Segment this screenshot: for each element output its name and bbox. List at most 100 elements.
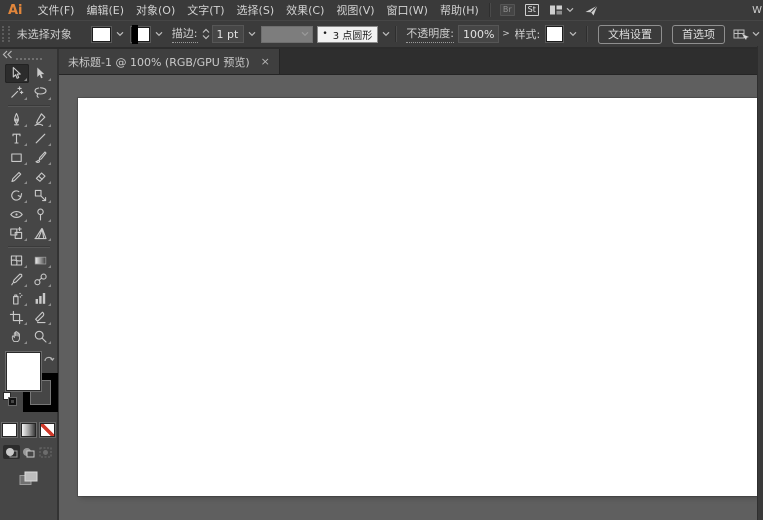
tool-pen-tool[interactable]	[5, 110, 29, 129]
tool-group-divider	[7, 105, 50, 107]
stroke-weight-stepper[interactable]	[202, 28, 210, 40]
tool-shaper-pencil[interactable]	[5, 167, 29, 186]
menu-item-5[interactable]: 效果(C)	[281, 2, 329, 18]
draw-behind-icon[interactable]	[20, 445, 37, 459]
bridge-icon[interactable]: Br	[499, 4, 515, 16]
menu-item-8[interactable]: 帮助(H)	[435, 2, 484, 18]
stroke-color-dropdown[interactable]	[130, 24, 166, 44]
stock-icon[interactable]: St	[524, 4, 539, 16]
style-swatch[interactable]	[546, 26, 564, 42]
screen-mode-icon[interactable]	[19, 471, 38, 486]
panel-grip[interactable]	[2, 26, 10, 42]
preferences-button[interactable]: 首选项	[672, 24, 726, 44]
chevron-down-icon[interactable]	[566, 27, 579, 42]
menu-item-4[interactable]: 选择(S)	[232, 2, 280, 18]
menu-item-0[interactable]: 文件(F)	[33, 2, 80, 18]
menu-bar: Ai 文件(F) 编辑(E) 对象(O) 文字(T) 选择(S) 效果(C) 视图(V) 窗口…	[0, 0, 763, 20]
swap-fill-stroke-icon[interactable]	[43, 353, 55, 363]
hand-tool-icon	[11, 331, 20, 343]
gradient-tool-icon	[34, 256, 47, 265]
fill-color-dropdown[interactable]	[91, 26, 127, 42]
stroke-weight-dropdown[interactable]	[247, 27, 257, 42]
default-fill-stroke-icon[interactable]	[2, 392, 16, 405]
curvature-tool-icon	[34, 113, 46, 126]
style-dropdown[interactable]	[546, 26, 579, 42]
workspace-switcher-icon[interactable]	[549, 4, 574, 16]
chevron-down-icon[interactable]	[153, 27, 166, 42]
close-tab-icon[interactable]: ×	[261, 56, 270, 67]
symbol-sprayer-icon	[13, 292, 23, 305]
menubar-separator	[488, 3, 491, 17]
magic-wand-icon	[11, 86, 24, 98]
panel-dock-edge[interactable]	[757, 46, 763, 520]
tool-magic-wand[interactable]	[5, 83, 29, 102]
document-setup-button[interactable]: 文档设置	[598, 24, 663, 44]
tool-zoom-tool[interactable]	[29, 327, 53, 346]
lasso-icon	[34, 87, 47, 98]
tool-slice-tool[interactable]	[29, 308, 53, 327]
stroke-weight-input[interactable]: 1 pt	[211, 25, 245, 43]
fill-swatch[interactable]	[91, 26, 111, 42]
tool-blend-tool[interactable]	[29, 270, 53, 289]
opacity-panel-link[interactable]: 不透明度:	[406, 25, 454, 43]
tool-puppet-warp[interactable]	[29, 205, 53, 224]
color-mode-row	[2, 423, 55, 437]
tool-gradient-tool[interactable]	[29, 251, 53, 270]
stroke-swatch[interactable]	[130, 24, 150, 44]
brush-definition-chevron[interactable]	[381, 27, 391, 42]
tool-direct-selection-tool[interactable]	[29, 64, 53, 83]
menu-item-6[interactable]: 视图(V)	[331, 2, 379, 18]
brush-definition-dropdown[interactable]: • 3 点圆形	[317, 25, 378, 43]
tool-rectangle-tool[interactable]	[5, 148, 29, 167]
panel-drag-handle[interactable]	[15, 58, 42, 60]
brush-dot-icon: •	[322, 29, 328, 39]
share-icon[interactable]	[584, 4, 599, 17]
opacity-input[interactable]: 100%	[457, 25, 500, 43]
menu-item-3[interactable]: 文字(T)	[182, 2, 229, 18]
menu-item-2[interactable]: 对象(O)	[131, 2, 180, 18]
tool-curvature-tool[interactable]	[29, 110, 53, 129]
tool-scale-tool[interactable]	[29, 186, 53, 205]
menu-items: 文件(F) 编辑(E) 对象(O) 文字(T) 选择(S) 效果(C) 视图(V) 窗口(W)…	[32, 2, 485, 18]
type-tool-icon	[12, 133, 21, 144]
tool-width-tool[interactable]	[5, 205, 29, 224]
chevron-down-icon[interactable]	[114, 27, 127, 42]
tool-line-segment[interactable]	[29, 129, 53, 148]
tool-selection-tool[interactable]	[4, 64, 29, 83]
tool-column-graph[interactable]	[29, 289, 53, 308]
tool-mesh-tool[interactable]	[5, 251, 29, 270]
collapse-panel-icon[interactable]	[2, 50, 13, 59]
none-swatch-button[interactable]	[40, 423, 55, 437]
align-options-dropdown[interactable]	[733, 28, 760, 41]
artboard-canvas[interactable]	[78, 98, 758, 496]
opacity-expand-button[interactable]: >	[501, 26, 510, 42]
tool-paintbrush[interactable]	[29, 148, 53, 167]
paintbrush-icon	[35, 151, 47, 163]
rectangle-tool-icon	[11, 153, 22, 162]
fill-color-proxy[interactable]	[5, 352, 41, 391]
drawing-modes	[3, 445, 54, 459]
tool-artboard-tool[interactable]	[5, 308, 29, 327]
tool-eyedropper[interactable]	[5, 270, 29, 289]
menu-item-7[interactable]: 窗口(W)	[382, 2, 433, 18]
stroke-panel-link[interactable]: 描边:	[171, 25, 198, 43]
style-label[interactable]: 样式:	[515, 26, 541, 42]
tool-shape-builder[interactable]	[5, 224, 29, 243]
menu-item-1[interactable]: 编辑(E)	[81, 2, 129, 18]
tool-type-tool[interactable]	[5, 129, 29, 148]
gradient-swatch-button[interactable]	[21, 423, 36, 437]
tool-symbol-sprayer[interactable]	[5, 289, 29, 308]
tool-group-divider	[7, 246, 50, 248]
draw-normal-icon[interactable]	[3, 445, 20, 459]
width-profile-dropdown	[261, 25, 314, 43]
draw-inside-icon[interactable]	[37, 445, 54, 459]
tool-rotate-tool[interactable]	[5, 186, 29, 205]
blend-tool-icon	[34, 273, 47, 286]
tool-hand-tool[interactable]	[5, 327, 29, 346]
tool-eraser[interactable]	[29, 167, 53, 186]
pasteboard[interactable]	[59, 75, 763, 520]
color-swatch-button[interactable]	[2, 423, 17, 437]
tool-perspective-grid[interactable]	[29, 224, 53, 243]
tool-lasso[interactable]	[29, 83, 53, 102]
document-tab[interactable]: 未标题-1 @ 100% (RGB/GPU 预览) ×	[59, 49, 280, 74]
